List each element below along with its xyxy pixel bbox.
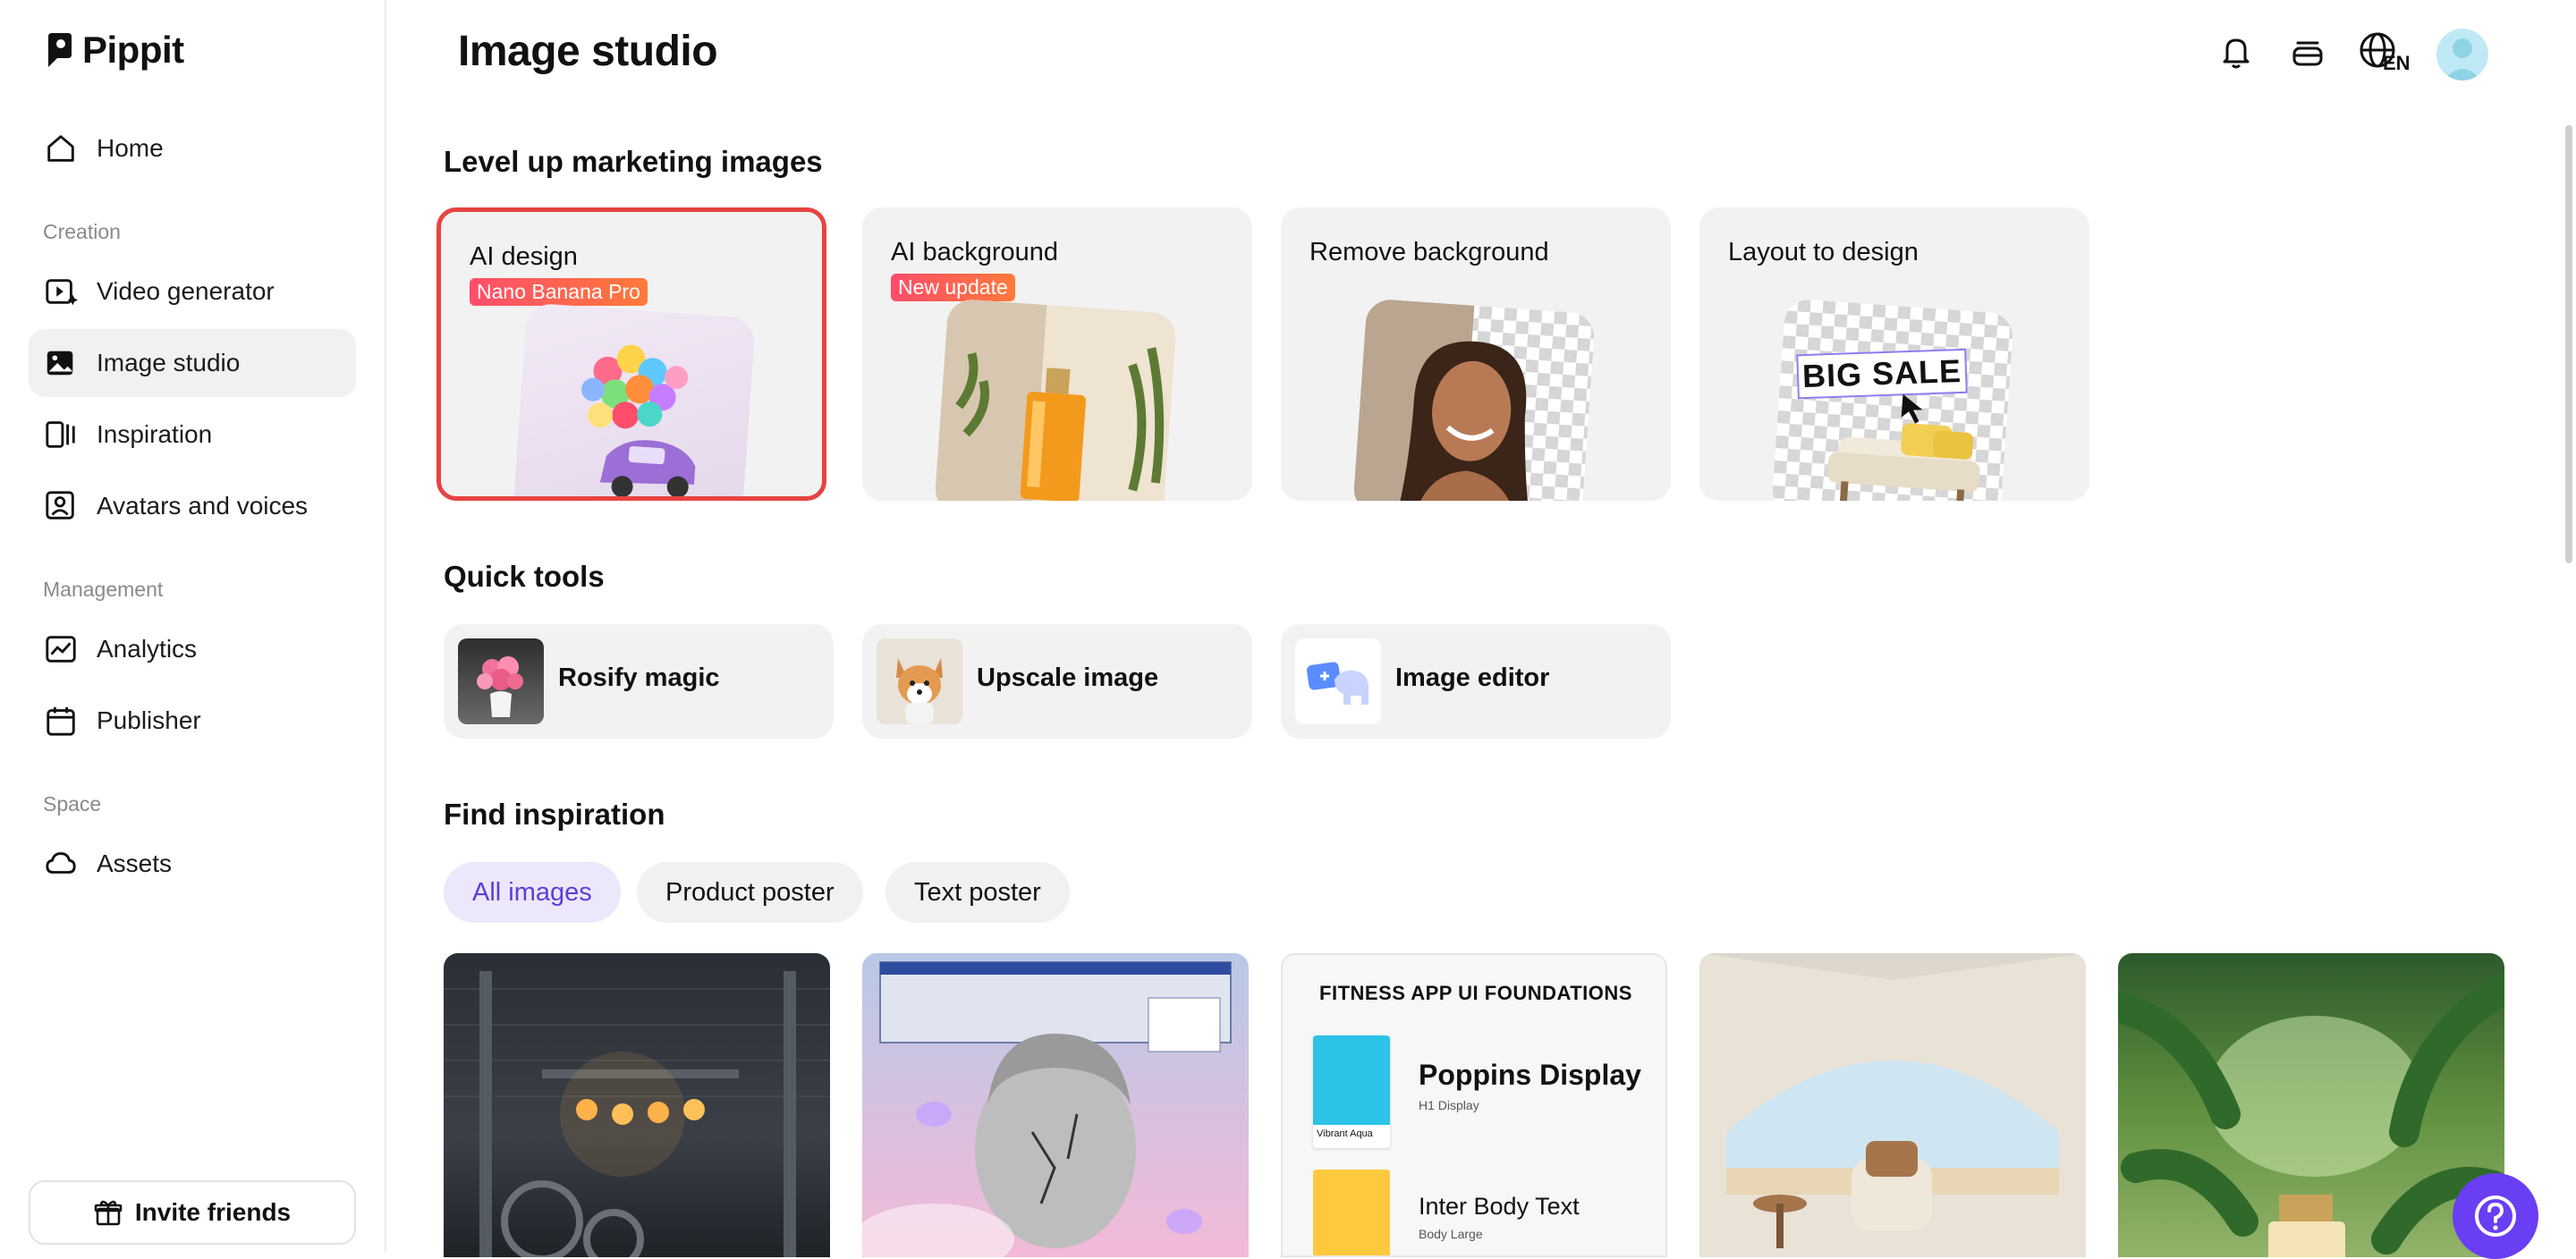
gift-icon xyxy=(94,1200,123,1226)
vibrant-aqua-swatch: Vibrant Aqua xyxy=(1313,1035,1390,1148)
sidebar-item-video-generator[interactable]: Video generator xyxy=(29,258,356,325)
sidebar-item-publisher[interactable]: Publisher xyxy=(29,687,356,755)
section-label-management: Management xyxy=(43,578,164,601)
page-title: Image studio xyxy=(458,28,718,75)
find-inspiration-heading: Find inspiration xyxy=(444,798,665,831)
sidebar-item-label: Inspiration xyxy=(97,420,213,448)
statue-collage-image xyxy=(862,961,1232,1257)
sidebar: Pippit Home Creation Video generator Ima… xyxy=(0,0,386,1252)
card-title: AI background xyxy=(891,238,1059,266)
sidebar-item-label: Video generator xyxy=(97,277,275,305)
rosify-thumbnail xyxy=(458,638,544,724)
balloon-car-image xyxy=(581,344,696,496)
gallery-item-statue-collage[interactable] xyxy=(862,953,1249,1257)
language-code: EN xyxy=(2383,52,2411,74)
filter-chip-text-poster[interactable]: Text poster xyxy=(886,862,1070,923)
fitness-card-title: FITNESS APP UI FOUNDATIONS xyxy=(1319,982,1632,1004)
language-switcher[interactable]: EN xyxy=(2358,30,2415,79)
remove-background-card[interactable]: Remove background xyxy=(1281,207,1671,501)
sidebar-item-analytics[interactable]: Analytics xyxy=(29,615,356,683)
rose-vase-image xyxy=(477,656,523,717)
gallery-item-fitness-ui[interactable]: FITNESS APP UI FOUNDATIONS Vibrant Aqua … xyxy=(1281,953,1667,1257)
cloud-icon xyxy=(43,846,79,882)
image-editor-icon xyxy=(1307,662,1368,705)
quick-tools-heading: Quick tools xyxy=(444,560,605,593)
sidebar-item-label: Analytics xyxy=(97,635,198,663)
perfume-bottle-image xyxy=(933,298,1178,501)
card-title: Remove background xyxy=(1309,238,1549,266)
perfume-jungle-image xyxy=(2118,974,2504,1257)
layout-to-design-thumbnail: BIG SALE xyxy=(1770,298,2015,501)
sidebar-item-image-studio[interactable]: Image studio xyxy=(29,329,356,397)
tool-label: Image editor xyxy=(1395,663,1550,692)
image-editor-thumbnail xyxy=(1295,638,1381,724)
font-sample-primary: Poppins Display xyxy=(1419,1059,1641,1091)
ai-design-card[interactable]: AI design Nano Banana Pro xyxy=(436,207,826,501)
card-title: AI design xyxy=(470,242,578,271)
font-sample-primary-sub: H1 Display xyxy=(1419,1098,1479,1112)
home-icon xyxy=(43,131,79,166)
remove-background-thumbnail xyxy=(1352,298,1597,501)
calendar-icon xyxy=(43,703,79,739)
sidebar-item-label: Avatars and voices xyxy=(97,492,309,520)
dog-image xyxy=(896,658,943,724)
card-badge: Nano Banana Pro xyxy=(470,278,648,306)
rosify-magic-tool[interactable]: Rosify magic xyxy=(444,624,834,739)
gallery-item-beach-tent[interactable] xyxy=(1699,953,2086,1257)
help-button[interactable] xyxy=(2453,1173,2538,1259)
yellow-swatch xyxy=(1313,1170,1390,1255)
sidebar-item-inspiration[interactable]: Inspiration xyxy=(29,401,356,469)
help-question-icon xyxy=(2475,1196,2516,1237)
avatar-icon xyxy=(43,488,79,524)
inspiration-icon xyxy=(43,417,79,452)
sidebar-item-label: Home xyxy=(97,134,164,162)
user-avatar-icon xyxy=(2444,38,2481,80)
invite-friends-button[interactable]: Invite friends xyxy=(29,1180,356,1245)
portrait-image xyxy=(1352,298,1531,501)
font-sample-body: Inter Body Text xyxy=(1419,1193,1580,1220)
ai-design-thumbnail xyxy=(512,302,757,496)
video-generator-icon xyxy=(43,274,79,309)
sidebar-item-assets[interactable]: Assets xyxy=(29,830,356,898)
ai-background-thumbnail xyxy=(933,298,1178,501)
image-editor-tool[interactable]: Image editor xyxy=(1281,624,1671,739)
notification-bell-icon[interactable] xyxy=(2215,30,2258,73)
upscale-image-tool[interactable]: Upscale image xyxy=(862,624,1252,739)
upscale-thumbnail xyxy=(877,638,962,724)
filter-chip-product-poster[interactable]: Product poster xyxy=(637,862,863,923)
sidebar-item-label: Assets xyxy=(97,849,173,877)
sofa-image xyxy=(1827,393,1980,501)
industrial-lamp-image xyxy=(444,971,830,1257)
user-avatar[interactable] xyxy=(2436,29,2488,80)
tool-label: Rosify magic xyxy=(558,663,720,692)
analytics-icon xyxy=(43,631,79,667)
sidebar-item-label: Image studio xyxy=(97,349,241,376)
filter-chip-all-images[interactable]: All images xyxy=(444,862,621,923)
section-label-creation: Creation xyxy=(43,220,121,243)
marketing-heading: Level up marketing images xyxy=(444,145,823,178)
sidebar-item-label: Publisher xyxy=(97,706,201,734)
brand-logo[interactable]: Pippit xyxy=(45,29,184,72)
card-badge: New update xyxy=(891,274,1015,301)
brand-name: Pippit xyxy=(82,29,184,71)
card-title: Layout to design xyxy=(1728,238,1919,266)
sidebar-item-home[interactable]: Home xyxy=(29,114,356,182)
gallery-item-perfume-jungle[interactable] xyxy=(2118,953,2504,1257)
gallery-item-industrial-lamp[interactable] xyxy=(444,953,830,1257)
ai-background-card[interactable]: AI background New update xyxy=(862,207,1252,501)
section-label-space: Space xyxy=(43,792,102,815)
pippit-logo-icon xyxy=(48,33,72,67)
layout-to-design-card[interactable]: Layout to design BIG SALE xyxy=(1699,207,2089,501)
beach-tent-image xyxy=(1699,953,2086,1257)
invite-friends-label: Invite friends xyxy=(134,1198,292,1226)
page-scrollbar[interactable] xyxy=(2565,125,2572,563)
swatch-label: Vibrant Aqua xyxy=(1317,1128,1373,1139)
sidebar-item-avatars-and-voices[interactable]: Avatars and voices xyxy=(29,472,356,540)
tool-label: Upscale image xyxy=(977,663,1159,692)
credits-stack-icon[interactable] xyxy=(2286,30,2329,73)
image-studio-icon xyxy=(43,345,79,381)
font-sample-body-sub: Body Large xyxy=(1419,1227,1483,1241)
